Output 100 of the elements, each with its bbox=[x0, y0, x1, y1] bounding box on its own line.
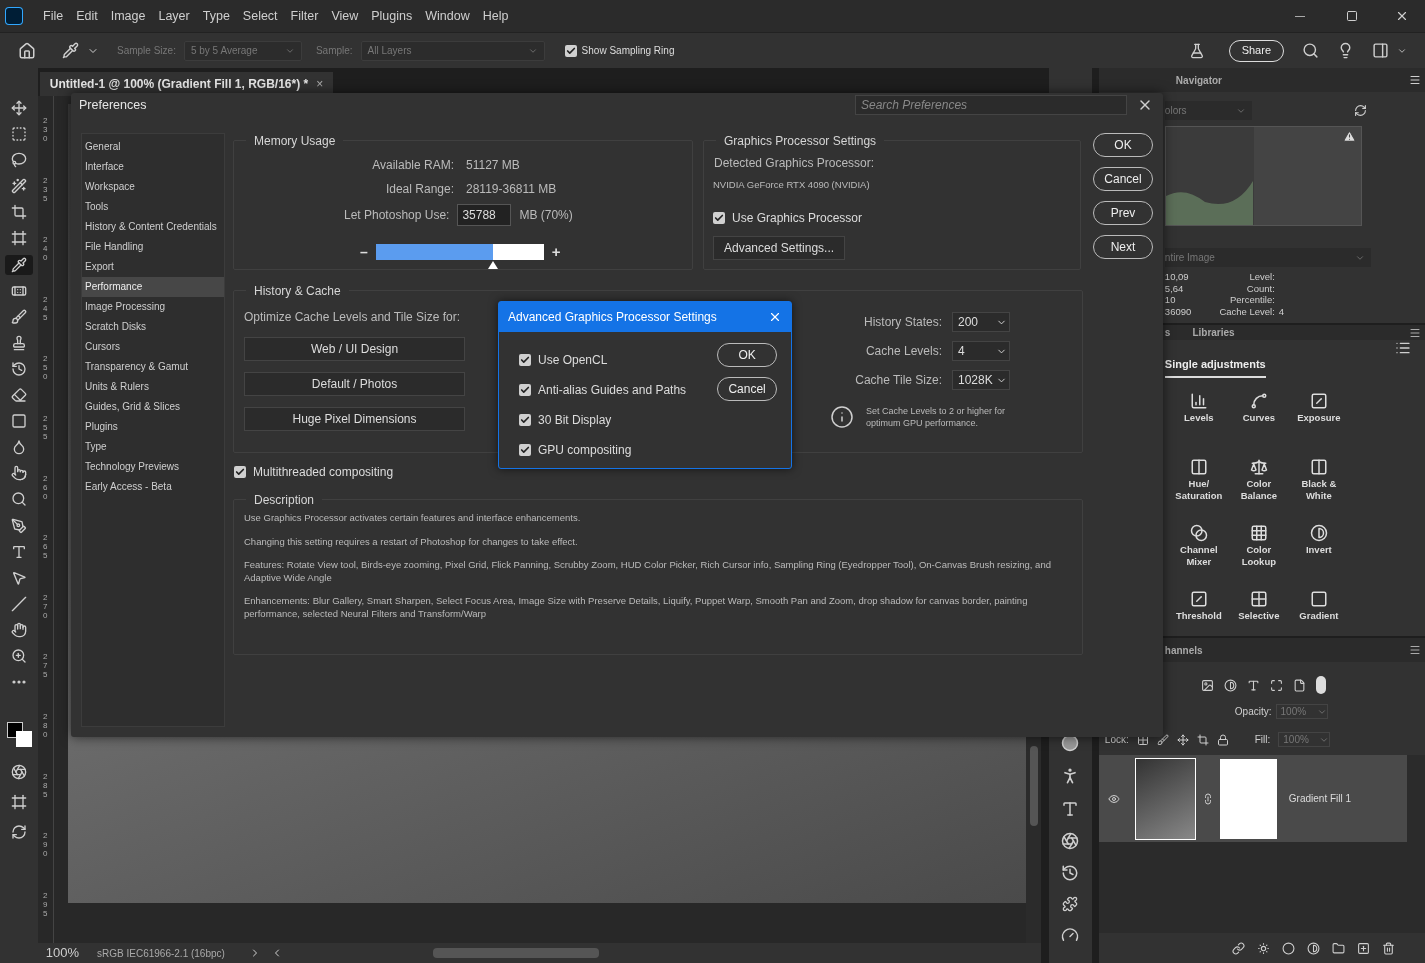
panel-menu-icon[interactable] bbox=[1409, 644, 1421, 656]
nav-item[interactable]: Technology Previews bbox=[82, 457, 224, 477]
home-icon[interactable] bbox=[18, 41, 36, 60]
minimize-icon[interactable] bbox=[1295, 15, 1305, 17]
value-dropdown[interactable]: 1028K bbox=[952, 370, 1010, 390]
lock-icon[interactable] bbox=[1216, 733, 1229, 746]
close-icon[interactable] bbox=[1395, 9, 1409, 23]
preset-button[interactable]: Web / UI Design bbox=[244, 337, 465, 361]
panel-tab[interactable]: Navigator bbox=[1175, 72, 1222, 88]
nav-item[interactable]: Type bbox=[82, 437, 224, 457]
layer-row[interactable]: Gradient Fill 1 bbox=[1098, 755, 1407, 842]
nav-item[interactable]: Scratch Disks bbox=[82, 317, 224, 337]
checkbox[interactable] bbox=[519, 414, 531, 426]
checkbox[interactable] bbox=[564, 44, 577, 57]
decrease-button[interactable]: – bbox=[360, 241, 368, 263]
filter-toggle[interactable] bbox=[1315, 676, 1326, 694]
checkbox[interactable] bbox=[519, 444, 531, 456]
maximize-icon[interactable] bbox=[1346, 10, 1358, 22]
nav-item[interactable]: Performance bbox=[82, 277, 224, 297]
advanced-settings-button[interactable]: Advanced Settings... bbox=[713, 236, 846, 261]
nav-item[interactable]: Guides, Grid & Slices bbox=[82, 397, 224, 417]
checkbox[interactable] bbox=[519, 384, 531, 396]
adjustment-item[interactable]: Levels bbox=[1168, 391, 1229, 448]
link-icon[interactable] bbox=[1232, 941, 1245, 955]
increase-button[interactable]: + bbox=[551, 240, 561, 264]
nav-item[interactable]: Units & Rulers bbox=[82, 377, 224, 397]
menu-item[interactable]: Layer bbox=[158, 6, 190, 26]
panel-menu-icon[interactable] bbox=[1409, 74, 1421, 86]
history-icon[interactable] bbox=[1061, 864, 1080, 882]
close-icon[interactable] bbox=[768, 310, 782, 324]
adjustment-item[interactable]: Color Balance bbox=[1228, 457, 1289, 514]
nav-item[interactable]: General bbox=[82, 137, 224, 157]
nav-item[interactable]: Cursors bbox=[82, 337, 224, 357]
folder-icon[interactable] bbox=[1332, 941, 1345, 955]
adjustment-item[interactable]: Black & White bbox=[1288, 457, 1349, 514]
nav-item[interactable]: Plugins bbox=[82, 417, 224, 437]
document-tab[interactable]: Untitled-1 @ 100% (Gradient Fill 1, RGB/16*) * × bbox=[39, 72, 334, 96]
adjustment-item[interactable]: Curves bbox=[1228, 391, 1289, 448]
slider-thumb[interactable] bbox=[488, 261, 499, 269]
memory-input[interactable]: 35788 bbox=[457, 204, 512, 226]
nav-item[interactable]: Transparency & Gamut bbox=[82, 357, 224, 377]
value-dropdown[interactable]: 200 bbox=[952, 312, 1010, 332]
adjustment-item[interactable]: Gradient bbox=[1288, 589, 1349, 636]
menu-item[interactable]: Filter bbox=[290, 6, 319, 26]
mask-icon[interactable] bbox=[1282, 941, 1295, 955]
color-swatches-icon[interactable] bbox=[4, 720, 33, 749]
menu-item[interactable]: View bbox=[331, 6, 359, 26]
warning-icon[interactable] bbox=[1342, 130, 1356, 143]
value-dropdown[interactable]: 4 bbox=[952, 341, 1010, 361]
preset-button[interactable]: Huge Pixel Dimensions bbox=[244, 407, 465, 431]
tool-button[interactable] bbox=[4, 254, 33, 275]
eyedropper-icon[interactable] bbox=[62, 42, 79, 59]
nav-item[interactable]: Image Processing bbox=[82, 297, 224, 317]
flask-icon[interactable] bbox=[1188, 42, 1205, 59]
nav-item[interactable]: History & Content Credentials bbox=[82, 217, 224, 237]
workspace-icon[interactable] bbox=[1372, 42, 1389, 59]
shape-filter-icon[interactable] bbox=[1269, 678, 1283, 692]
panel-menu-icon[interactable] bbox=[1409, 326, 1421, 339]
memory-slider[interactable] bbox=[375, 244, 544, 270]
panel-tab[interactable]: Libraries bbox=[1192, 325, 1235, 340]
image-filter-icon[interactable] bbox=[1200, 678, 1214, 692]
adjustment-item[interactable]: Color Lookup bbox=[1228, 523, 1289, 580]
adjustment-item[interactable]: Exposure bbox=[1288, 391, 1349, 448]
nav-item[interactable]: Early Access - Beta bbox=[82, 477, 224, 497]
adjustment-item[interactable]: Selective bbox=[1228, 589, 1289, 636]
puzzle-icon[interactable] bbox=[1062, 896, 1079, 912]
nav-item[interactable]: File Handling bbox=[82, 237, 224, 257]
menu-item[interactable]: Edit bbox=[76, 6, 98, 26]
adjustment-item[interactable]: Hue/ Saturation bbox=[1168, 457, 1229, 514]
quick-mask-icon[interactable] bbox=[10, 764, 27, 781]
nav-item[interactable]: Workspace bbox=[82, 177, 224, 197]
search-field[interactable]: Search Preferences bbox=[855, 95, 1127, 115]
panel-tab[interactable]: s bbox=[1164, 325, 1171, 340]
zoom-level[interactable]: 100% bbox=[45, 943, 80, 963]
adjustment-item[interactable]: Threshold bbox=[1168, 589, 1229, 636]
adjustment-item[interactable]: Invert bbox=[1288, 523, 1349, 580]
menu-item[interactable]: Type bbox=[202, 6, 230, 26]
tab-close[interactable]: × bbox=[316, 75, 324, 93]
layer-name[interactable]: Gradient Fill 1 bbox=[1288, 791, 1352, 806]
type-filter-icon[interactable] bbox=[1246, 678, 1260, 692]
move-icon[interactable] bbox=[1176, 733, 1189, 746]
list-view-icon[interactable] bbox=[1395, 340, 1411, 356]
adjustment-item[interactable]: Channel Mixer bbox=[1168, 523, 1229, 580]
refresh-icon[interactable] bbox=[1354, 104, 1367, 117]
smart-object-filter-icon[interactable] bbox=[1292, 678, 1306, 692]
new-layer-icon[interactable] bbox=[1357, 941, 1370, 955]
nav-item[interactable]: Export bbox=[82, 257, 224, 277]
search-icon[interactable] bbox=[1302, 42, 1319, 59]
panel-tab[interactable]: hannels bbox=[1164, 642, 1203, 658]
checkbox[interactable] bbox=[519, 354, 531, 366]
menu-item[interactable]: Image bbox=[110, 6, 146, 26]
menu-item[interactable]: Plugins bbox=[371, 6, 413, 26]
sync-icon[interactable] bbox=[10, 824, 27, 841]
horizontal-scrollbar[interactable] bbox=[432, 948, 599, 958]
menu-item[interactable]: Select bbox=[242, 6, 278, 26]
menu-item[interactable]: File bbox=[43, 6, 64, 26]
checkbox[interactable] bbox=[713, 212, 725, 225]
preset-button[interactable]: Default / Photos bbox=[244, 372, 465, 396]
gauge-icon[interactable] bbox=[1061, 926, 1080, 944]
nav-item[interactable]: Interface bbox=[82, 157, 224, 177]
